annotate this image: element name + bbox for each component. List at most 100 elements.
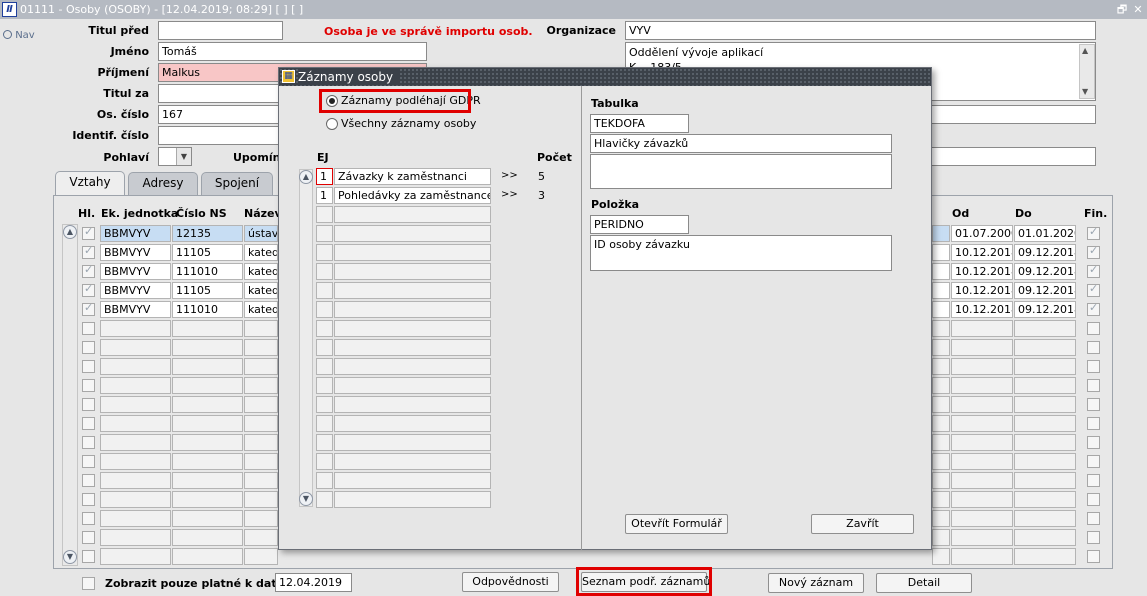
hl-checkbox[interactable] <box>82 341 95 354</box>
cell-ek-jednotka[interactable]: BBMVYV <box>100 263 171 280</box>
titul-za-field[interactable] <box>158 84 283 103</box>
cell-do[interactable] <box>1014 396 1076 413</box>
cell-ek-jednotka[interactable] <box>100 396 171 413</box>
fin-checkbox[interactable] <box>1087 474 1100 487</box>
hl-checkbox[interactable] <box>82 282 95 297</box>
fin-checkbox[interactable] <box>1087 244 1100 259</box>
nav-toggle[interactable]: Nav <box>3 30 35 41</box>
cell-nazev-tail[interactable] <box>932 491 950 508</box>
cell-cislo-ns[interactable] <box>172 358 243 375</box>
record-name-cell[interactable] <box>334 339 491 356</box>
cell-nazev-tail[interactable] <box>932 301 950 318</box>
cell-nazev[interactable]: katedr <box>244 301 278 318</box>
record-ej-cell[interactable]: 1 <box>316 168 333 185</box>
hl-checkbox[interactable] <box>82 417 95 430</box>
cell-cislo-ns[interactable] <box>172 415 243 432</box>
record-name-cell[interactable] <box>334 225 491 242</box>
record-name-cell[interactable] <box>334 244 491 261</box>
hl-checkbox[interactable] <box>82 550 95 563</box>
novy-zaznam-button[interactable]: Nový záznam <box>768 573 864 593</box>
cell-do[interactable] <box>1014 472 1076 489</box>
fin-checkbox[interactable] <box>1087 341 1100 354</box>
hl-checkbox[interactable] <box>82 301 95 316</box>
restore-window-button[interactable]: 🗗 <box>1115 2 1129 17</box>
cell-nazev[interactable]: katedr <box>244 282 278 299</box>
record-ej-cell[interactable] <box>316 472 333 489</box>
record-name-cell[interactable] <box>334 491 491 508</box>
scroll-up-icon[interactable]: ▲ <box>1082 46 1088 55</box>
org-detail-scrollbar[interactable]: ▲ ▼ <box>1079 44 1095 99</box>
cell-od[interactable] <box>951 415 1013 432</box>
polozka-code-field[interactable]: PERIDNO <box>590 215 689 234</box>
titul-pred-field[interactable] <box>158 21 283 40</box>
identif-field[interactable] <box>158 126 283 145</box>
cell-nazev[interactable]: katedr <box>244 244 278 261</box>
organizace-field[interactable]: VYV <box>625 21 1096 40</box>
cell-ek-jednotka[interactable] <box>100 453 171 470</box>
cell-od[interactable]: 10.12.2018 <box>951 301 1013 318</box>
record-ej-cell[interactable] <box>316 225 333 242</box>
hl-checkbox[interactable] <box>82 493 95 506</box>
radio-all-label[interactable]: Všechny záznamy osoby <box>341 117 476 130</box>
radio-all[interactable] <box>326 118 338 130</box>
pohlavi-select[interactable]: ▼ <box>158 147 192 166</box>
tab-vztahy[interactable]: Vztahy <box>55 171 125 196</box>
fin-checkbox[interactable] <box>1087 512 1100 525</box>
record-name-cell[interactable] <box>334 434 491 451</box>
cell-nazev-tail[interactable] <box>932 358 950 375</box>
cell-ek-jednotka[interactable]: BBMVYV <box>100 301 171 318</box>
record-ej-cell[interactable] <box>316 434 333 451</box>
record-name-cell[interactable] <box>334 472 491 489</box>
record-name-cell[interactable] <box>334 320 491 337</box>
cell-do[interactable] <box>1014 358 1076 375</box>
cell-ek-jednotka[interactable]: BBMVYV <box>100 225 171 242</box>
fin-checkbox[interactable] <box>1087 531 1100 544</box>
cell-ek-jednotka[interactable] <box>100 491 171 508</box>
cell-nazev[interactable] <box>244 396 278 413</box>
cell-od[interactable] <box>951 434 1013 451</box>
cell-do[interactable]: 09.12.2018 <box>1014 244 1076 261</box>
scroll-down-icon[interactable]: ▼ <box>299 492 313 506</box>
cell-cislo-ns[interactable] <box>172 377 243 394</box>
fin-checkbox[interactable] <box>1087 398 1100 411</box>
fin-checkbox[interactable] <box>1087 282 1100 297</box>
cell-nazev-tail[interactable] <box>932 377 950 394</box>
cell-nazev-tail[interactable] <box>932 282 950 299</box>
cell-do[interactable] <box>1014 510 1076 527</box>
cell-nazev-tail[interactable] <box>932 510 950 527</box>
cell-nazev-tail[interactable] <box>932 339 950 356</box>
tab-spojeni[interactable]: Spojení <box>201 172 273 195</box>
cell-nazev-tail[interactable] <box>932 263 950 280</box>
hl-checkbox[interactable] <box>82 531 95 544</box>
hl-checkbox[interactable] <box>82 263 95 278</box>
cell-ek-jednotka[interactable] <box>100 358 171 375</box>
hl-checkbox[interactable] <box>82 474 95 487</box>
hl-checkbox[interactable] <box>82 225 95 240</box>
cell-ek-jednotka[interactable] <box>100 339 171 356</box>
cell-cislo-ns[interactable] <box>172 320 243 337</box>
record-name-cell[interactable]: Závazky k zaměstnanci <box>334 168 491 185</box>
cell-nazev-tail[interactable] <box>932 415 950 432</box>
cell-cislo-ns[interactable]: 11105 <box>172 282 243 299</box>
cell-cislo-ns[interactable] <box>172 396 243 413</box>
cell-cislo-ns[interactable]: 111010 <box>172 263 243 280</box>
cell-nazev[interactable] <box>244 491 278 508</box>
fin-checkbox[interactable] <box>1087 360 1100 373</box>
record-ej-cell[interactable] <box>316 491 333 508</box>
hl-checkbox[interactable] <box>82 379 95 392</box>
cell-ek-jednotka[interactable]: BBMVYV <box>100 282 171 299</box>
close-window-button[interactable]: ✕ <box>1131 2 1145 17</box>
cell-nazev[interactable] <box>244 358 278 375</box>
record-ej-cell[interactable] <box>316 301 333 318</box>
hl-checkbox[interactable] <box>82 398 95 411</box>
cell-do[interactable] <box>1014 453 1076 470</box>
cell-ek-jednotka[interactable] <box>100 472 171 489</box>
record-name-cell[interactable] <box>334 301 491 318</box>
cell-nazev-tail[interactable] <box>932 396 950 413</box>
record-ej-cell[interactable] <box>316 263 333 280</box>
cell-do[interactable]: 01.01.2020 <box>1014 225 1076 242</box>
cell-cislo-ns[interactable] <box>172 510 243 527</box>
detail-button[interactable]: Detail <box>876 573 972 593</box>
fin-checkbox[interactable] <box>1087 417 1100 430</box>
record-name-cell[interactable] <box>334 358 491 375</box>
